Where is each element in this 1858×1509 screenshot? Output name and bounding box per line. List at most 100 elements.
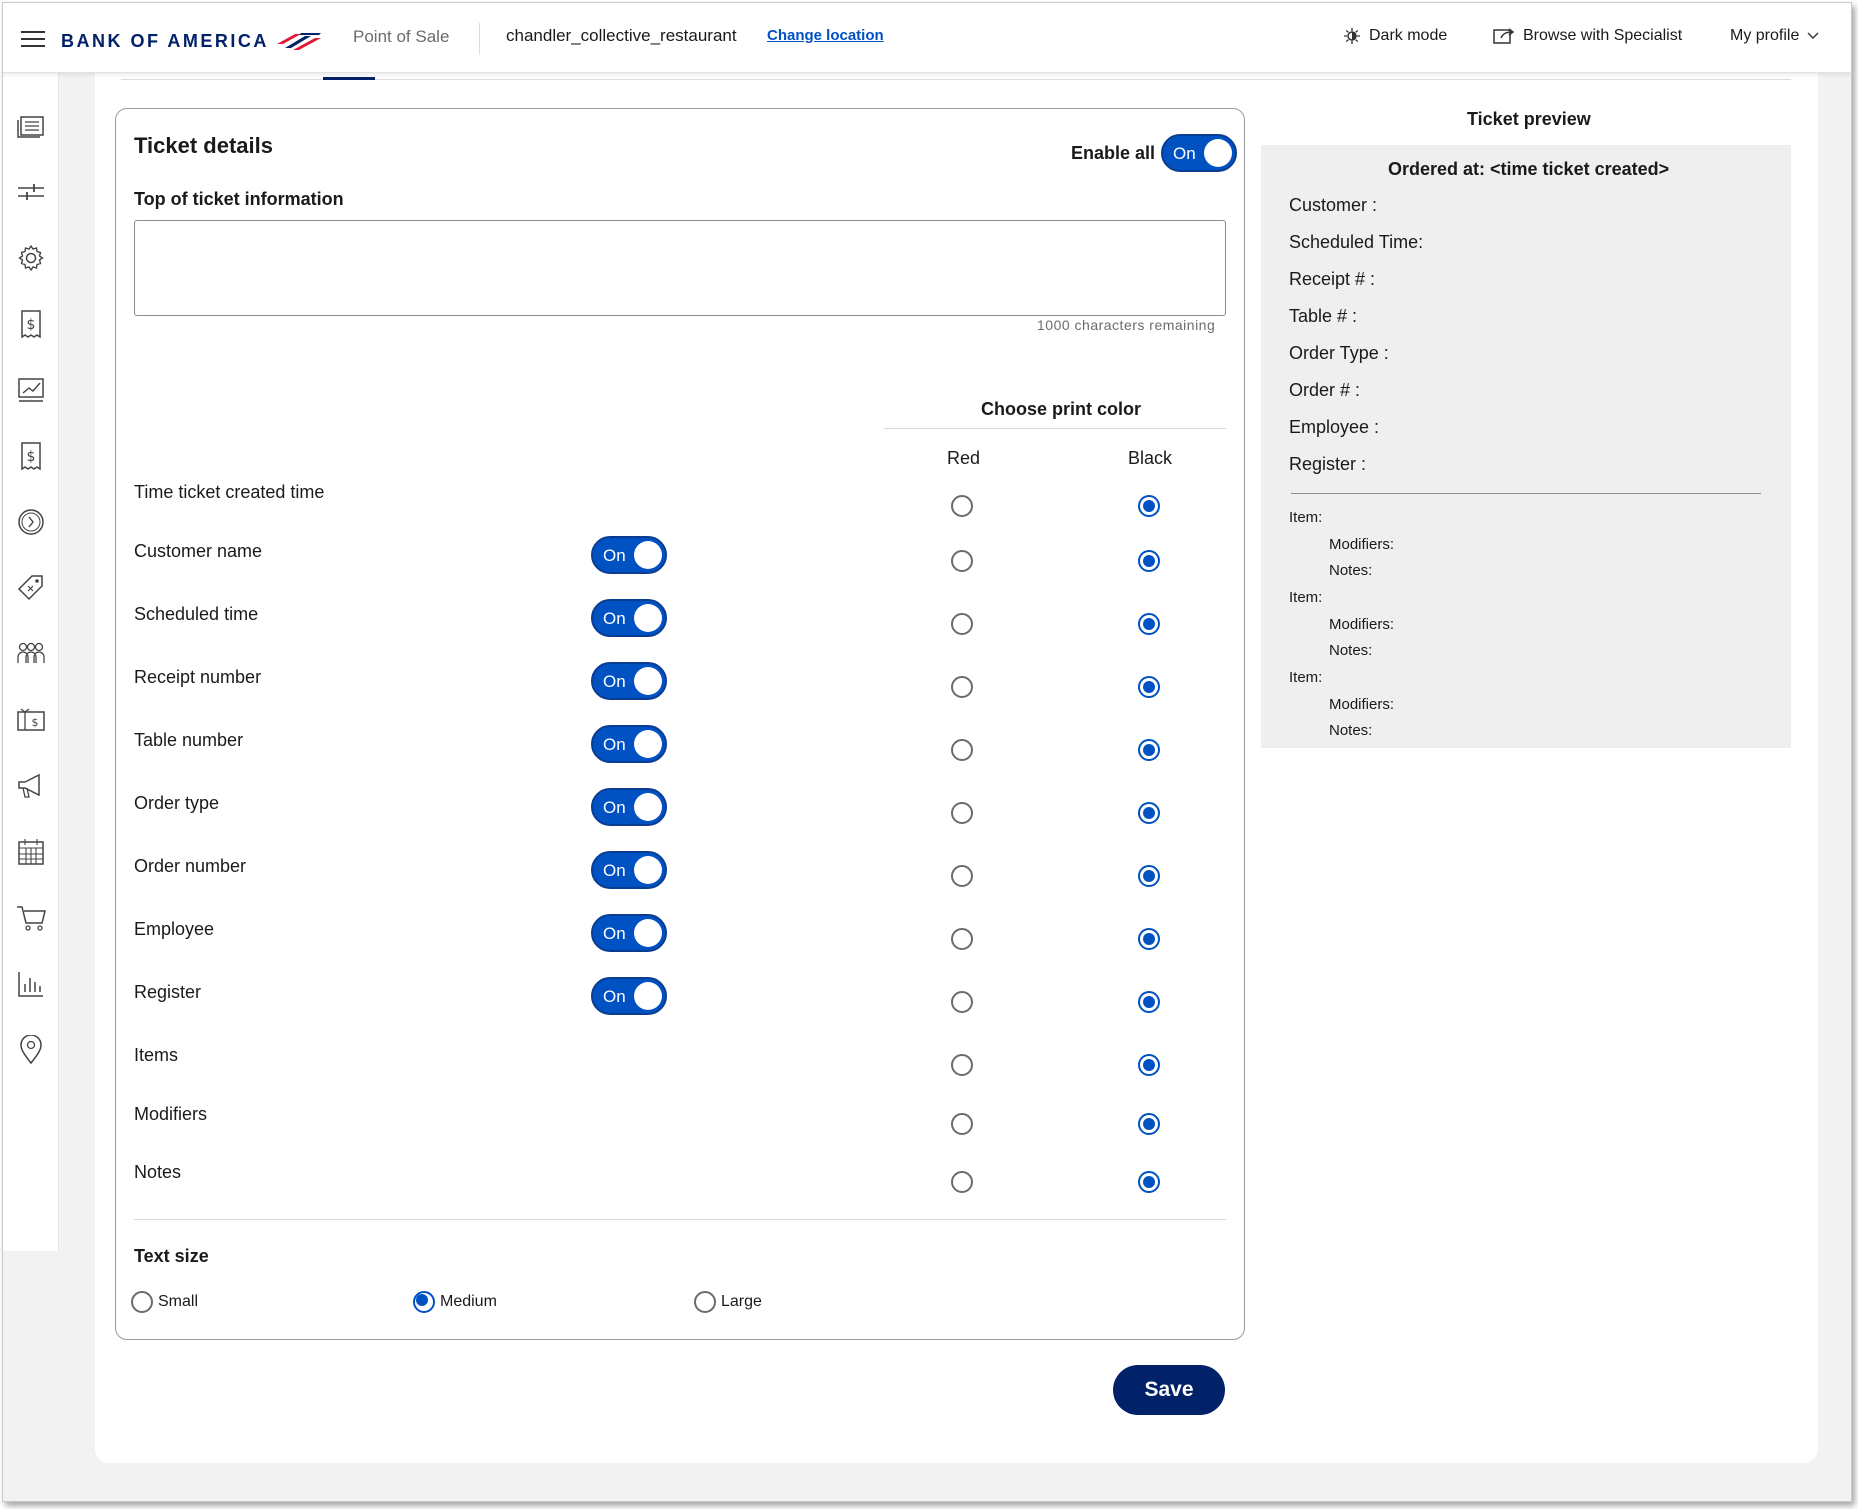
flag-logo-icon	[276, 33, 321, 50]
sun-icon	[1344, 28, 1360, 44]
toggle-state-label: On	[603, 609, 626, 628]
app-name: Point of Sale	[353, 27, 450, 46]
bank-logo: BANK OF AMERICA	[61, 30, 323, 52]
red-color-radio[interactable]	[951, 613, 973, 635]
red-color-radio[interactable]	[951, 1054, 973, 1076]
black-color-radio[interactable]	[1138, 550, 1160, 572]
top-bar: BANK OF AMERICA Point of Sale chandler_c…	[3, 3, 1851, 73]
share-screen-icon	[1493, 28, 1515, 44]
black-color-radio[interactable]	[1138, 495, 1160, 517]
chevron-down-icon	[1807, 32, 1819, 39]
row-label: Order number	[134, 856, 247, 876]
black-color-radio[interactable]	[1138, 1054, 1160, 1076]
dark-mode-button[interactable]: Dark mode	[1343, 27, 1447, 45]
text-size-small-label: Small	[158, 1293, 199, 1310]
my-profile-menu[interactable]: My profile	[1730, 27, 1819, 45]
row-toggle[interactable]: On	[591, 536, 667, 574]
red-color-radio[interactable]	[951, 1113, 973, 1135]
black-color-radio[interactable]	[1138, 928, 1160, 950]
enable-all-toggle[interactable]: On	[1161, 134, 1238, 172]
black-color-radio[interactable]	[1138, 1171, 1160, 1193]
preview-field: Receipt # :	[1289, 269, 1376, 289]
toggle-knob	[634, 604, 662, 632]
row-toggle[interactable]: On	[591, 725, 667, 763]
text-size-large-option[interactable]: Large	[694, 1291, 762, 1313]
red-color-radio[interactable]	[951, 739, 973, 761]
preview-modifiers: Modifiers:	[1329, 616, 1395, 633]
preview-field: Customer :	[1289, 195, 1378, 215]
browse-specialist-button[interactable]: Browse with Specialist	[1493, 27, 1682, 45]
black-color-radio[interactable]	[1138, 676, 1160, 698]
black-column-header: Black	[1128, 448, 1173, 468]
black-color-radio[interactable]	[1138, 613, 1160, 635]
change-location-link[interactable]: Change location	[767, 27, 884, 44]
location-pin-icon[interactable]	[16, 1035, 46, 1065]
toggle-state-label: On	[603, 924, 626, 943]
preview-item: Item:	[1289, 509, 1323, 526]
row-label: Notes	[134, 1162, 182, 1182]
row-toggle[interactable]: On	[591, 788, 667, 826]
red-color-radio[interactable]	[951, 991, 973, 1013]
preview-field: Scheduled Time:	[1289, 232, 1424, 252]
text-size-large-label: Large	[721, 1293, 762, 1310]
top-info-textarea[interactable]	[134, 220, 1226, 316]
save-button[interactable]: Save	[1113, 1365, 1225, 1415]
header-divider	[479, 23, 480, 55]
gear-icon[interactable]	[16, 243, 46, 273]
toggle-knob	[634, 856, 662, 884]
payments-icon[interactable]: $	[16, 441, 46, 471]
hamburger-menu-icon[interactable]	[21, 31, 45, 47]
toggle-state-label: On	[603, 987, 626, 1006]
preview-separator	[1291, 493, 1761, 494]
red-column-header: Red	[947, 448, 981, 468]
clock-icon[interactable]	[16, 507, 46, 537]
megaphone-icon[interactable]	[16, 771, 46, 801]
preview-item: Item:	[1289, 669, 1323, 686]
text-size-small-radio[interactable]	[131, 1291, 153, 1313]
ticket-preview-title: Ticket preview	[1467, 109, 1591, 129]
text-size-medium-option[interactable]: Medium	[413, 1291, 497, 1313]
red-color-radio[interactable]	[951, 1171, 973, 1193]
top-info-label: Top of ticket information	[134, 189, 344, 209]
toggle-knob	[634, 541, 662, 569]
red-color-radio[interactable]	[951, 865, 973, 887]
toggle-knob	[634, 982, 662, 1010]
cart-icon[interactable]	[16, 903, 46, 933]
black-color-radio[interactable]	[1138, 739, 1160, 761]
bar-chart-icon[interactable]	[16, 969, 46, 999]
row-label: Receipt number	[134, 667, 262, 687]
row-toggle[interactable]: On	[591, 914, 667, 952]
red-color-radio[interactable]	[951, 928, 973, 950]
red-color-radio[interactable]	[951, 550, 973, 572]
preview-field: Order Type :	[1289, 343, 1389, 363]
chars-remaining: 1000 characters remaining	[1037, 317, 1216, 333]
toggle-knob	[634, 919, 662, 947]
row-toggle[interactable]: On	[591, 662, 667, 700]
orders-icon[interactable]	[16, 111, 46, 141]
preview-notes: Notes:	[1329, 562, 1373, 579]
customers-icon[interactable]	[16, 639, 46, 669]
text-size-large-radio[interactable]	[694, 1291, 716, 1313]
black-color-radio[interactable]	[1138, 802, 1160, 824]
row-label: Scheduled time	[134, 604, 259, 624]
red-color-radio[interactable]	[951, 676, 973, 698]
black-color-radio[interactable]	[1138, 991, 1160, 1013]
red-color-radio[interactable]	[951, 495, 973, 517]
red-color-radio[interactable]	[951, 802, 973, 824]
black-color-radio[interactable]	[1138, 1113, 1160, 1135]
sliders-icon[interactable]	[16, 177, 46, 207]
row-toggle[interactable]: On	[591, 977, 667, 1015]
gift-card-icon[interactable]: $	[16, 705, 46, 735]
text-size-small-option[interactable]: Small	[131, 1291, 198, 1313]
choose-print-color-heading: Choose print color	[981, 399, 1142, 419]
black-color-radio[interactable]	[1138, 865, 1160, 887]
reports-icon[interactable]	[16, 375, 46, 405]
row-toggle[interactable]: On	[591, 851, 667, 889]
text-size-medium-radio[interactable]	[413, 1291, 435, 1313]
toggle-state-label: On	[603, 861, 626, 880]
svg-text:$: $	[32, 716, 39, 729]
invoice-icon[interactable]: $	[16, 309, 46, 339]
row-toggle[interactable]: On	[591, 599, 667, 637]
tag-icon[interactable]	[16, 573, 46, 603]
calendar-icon[interactable]	[16, 837, 46, 867]
